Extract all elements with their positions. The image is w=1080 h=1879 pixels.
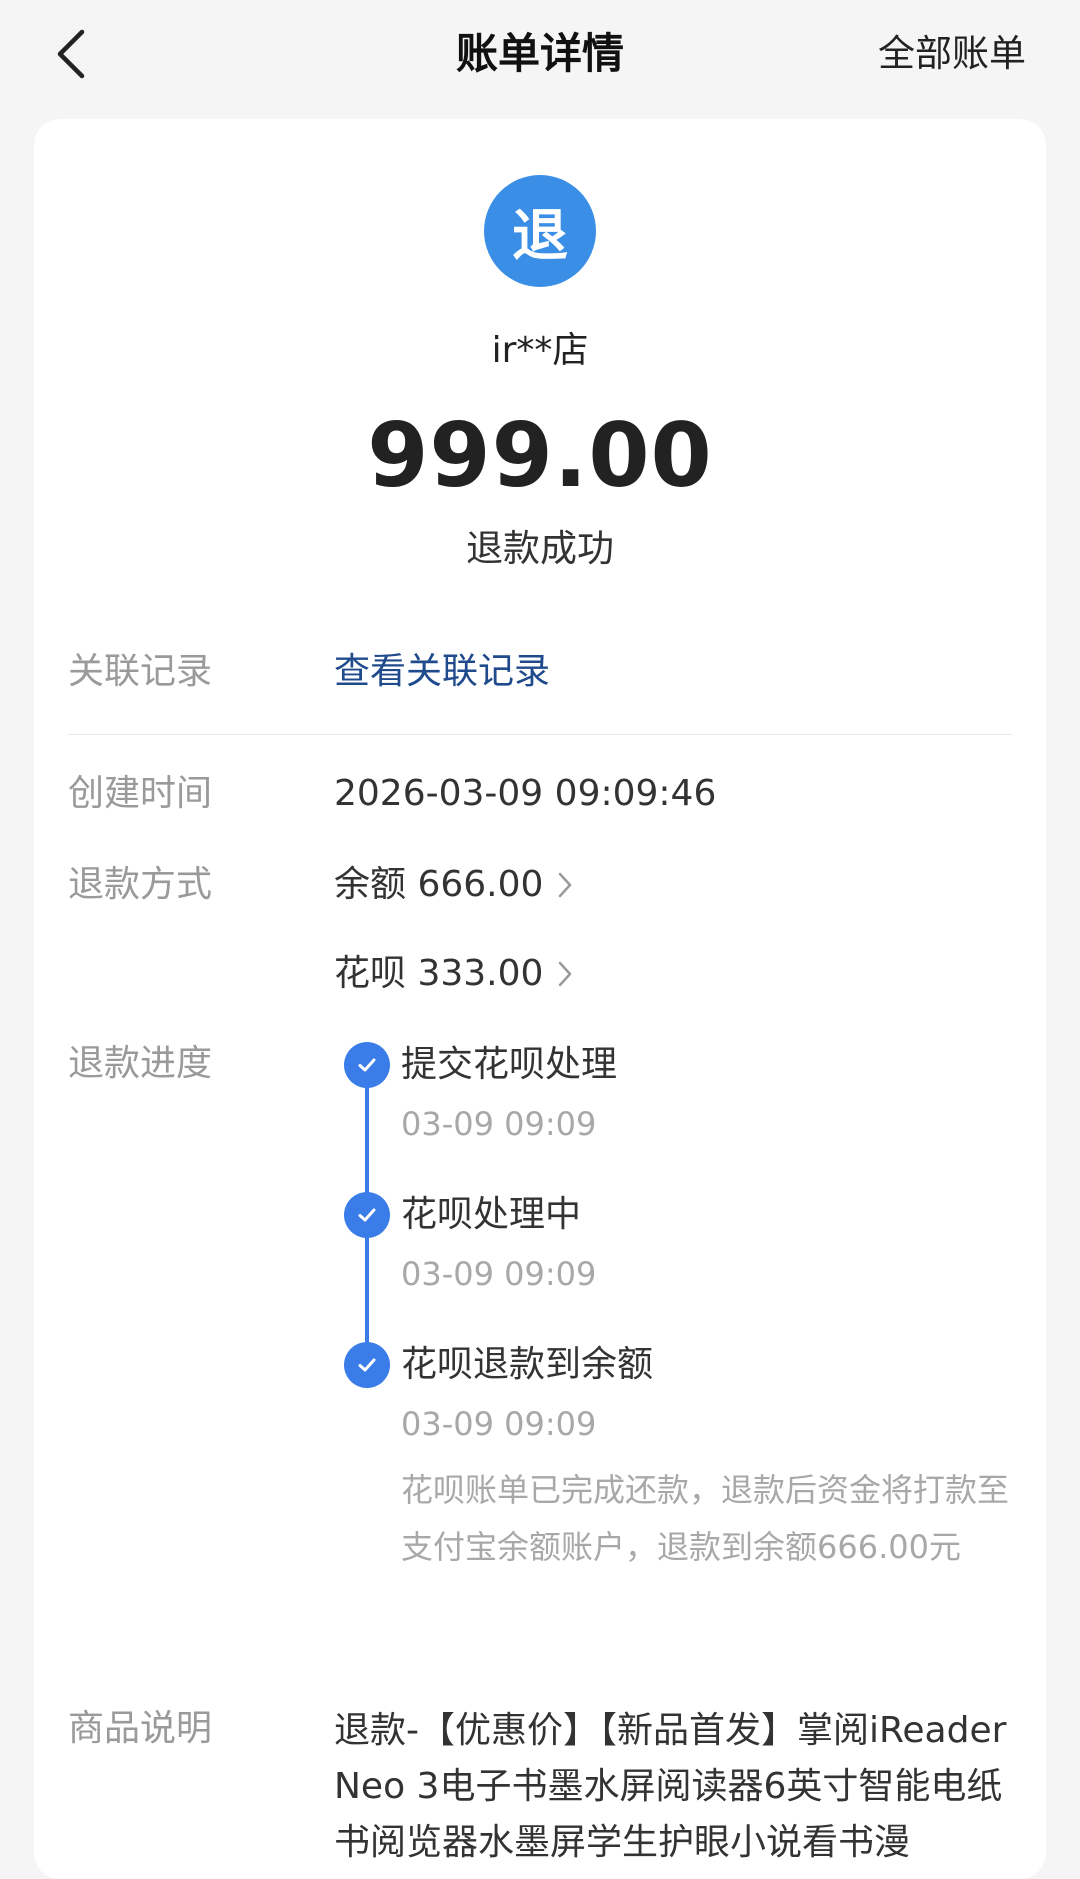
refund-progress-label: 退款进度 (68, 1043, 213, 1084)
merchant-name: ir**店 (491, 330, 589, 371)
created-time-value: 2026-03-09 09:09:46 (334, 773, 717, 814)
progress-step-title: 提交花呗处理 (401, 1044, 618, 1085)
header: 账单详情 全部账单 (0, 0, 1080, 110)
product-description-label: 商品说明 (68, 1708, 213, 1749)
progress-note: 花呗账单已完成还款，退款后资金将打款至支付宝余额账户，退款到余额666.00元 (401, 1471, 1010, 1566)
progress-step-time: 03-09 09:09 (401, 1405, 597, 1443)
all-bills-link[interactable]: 全部账单 (878, 28, 1026, 80)
refund-status: 退款成功 (466, 527, 614, 570)
progress-step-title: 花呗退款到余额 (401, 1344, 654, 1385)
product-description-value: 退款-【优惠价】【新品首发】掌阅iReader Neo 3电子书墨水屏阅读器6英… (334, 1710, 1007, 1863)
progress-step-time: 03-09 09:09 (401, 1105, 597, 1143)
progress-step-time: 03-09 09:09 (401, 1255, 597, 1293)
divider (68, 734, 1012, 735)
created-time-label: 创建时间 (68, 773, 213, 814)
chevron-right-icon (557, 871, 573, 899)
related-records-label: 关联记录 (68, 651, 213, 692)
bill-detail-card: 退 ir**店 999.00 退款成功 关联记录 查看关联记录 创建时间 202… (34, 119, 1046, 1879)
refund-amount: 999.00 (367, 404, 713, 507)
refund-method-balance-text: 余额 666.00 (334, 864, 544, 905)
refund-method-label: 退款方式 (68, 864, 213, 905)
check-icon (344, 1042, 390, 1088)
refund-method-huabei[interactable]: 花呗 333.00 (334, 949, 573, 999)
refund-method-balance[interactable]: 余额 666.00 (334, 860, 573, 910)
check-icon (344, 1192, 390, 1238)
view-related-records-link[interactable]: 查看关联记录 (334, 647, 550, 697)
merchant-logo: 退 (484, 175, 596, 287)
progress-step-title: 花呗处理中 (401, 1194, 582, 1235)
chevron-right-icon (557, 960, 573, 988)
refund-method-huabei-text: 花呗 333.00 (334, 953, 544, 994)
check-icon (344, 1342, 390, 1388)
